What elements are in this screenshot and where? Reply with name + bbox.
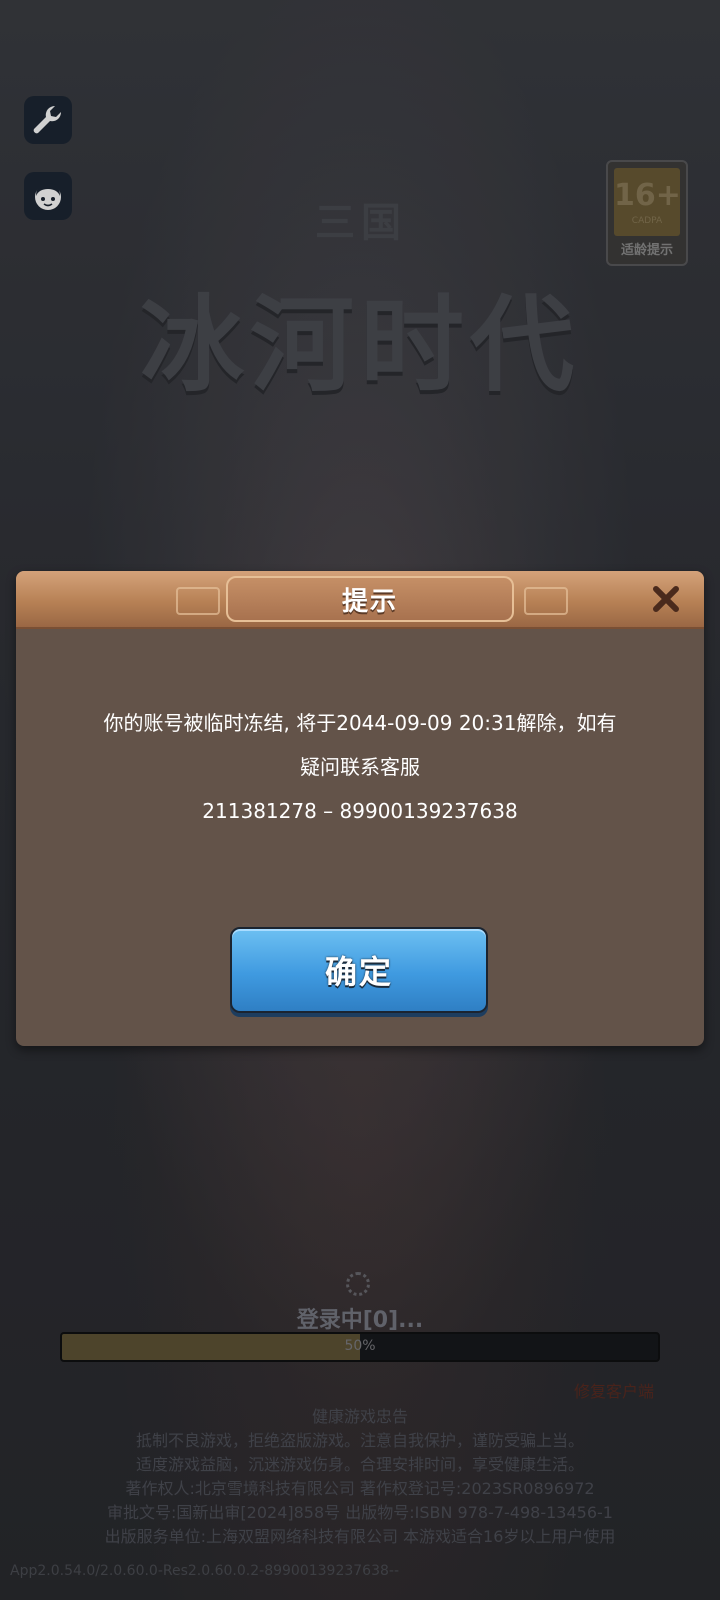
confirm-button-label: 确定 xyxy=(324,953,393,991)
dialog-title: 提示 xyxy=(341,586,398,617)
header-ornament-right xyxy=(524,587,568,615)
close-button[interactable] xyxy=(646,579,686,619)
dialog-message: 你的账号被临时冻结, 将于2044-09-09 20:31解除，如有 疑问联系客… xyxy=(46,701,674,833)
notice-dialog: 提示 你的账号被临时冻结, 将于2044-09-09 20:31解除，如有 疑问… xyxy=(16,571,704,1046)
dialog-title-plate: 提示 xyxy=(226,576,514,622)
dialog-message-line: 你的账号被临时冻结, 将于2044-09-09 20:31解除，如有 xyxy=(103,711,617,735)
close-icon xyxy=(653,586,679,612)
confirm-button[interactable]: 确定 xyxy=(230,927,488,1013)
dialog-message-id: 211381278 – 89900139237638 xyxy=(202,799,518,823)
dialog-header: 提示 xyxy=(16,571,704,629)
dialog-message-line: 疑问联系客服 xyxy=(300,755,420,779)
header-ornament-left xyxy=(176,587,220,615)
